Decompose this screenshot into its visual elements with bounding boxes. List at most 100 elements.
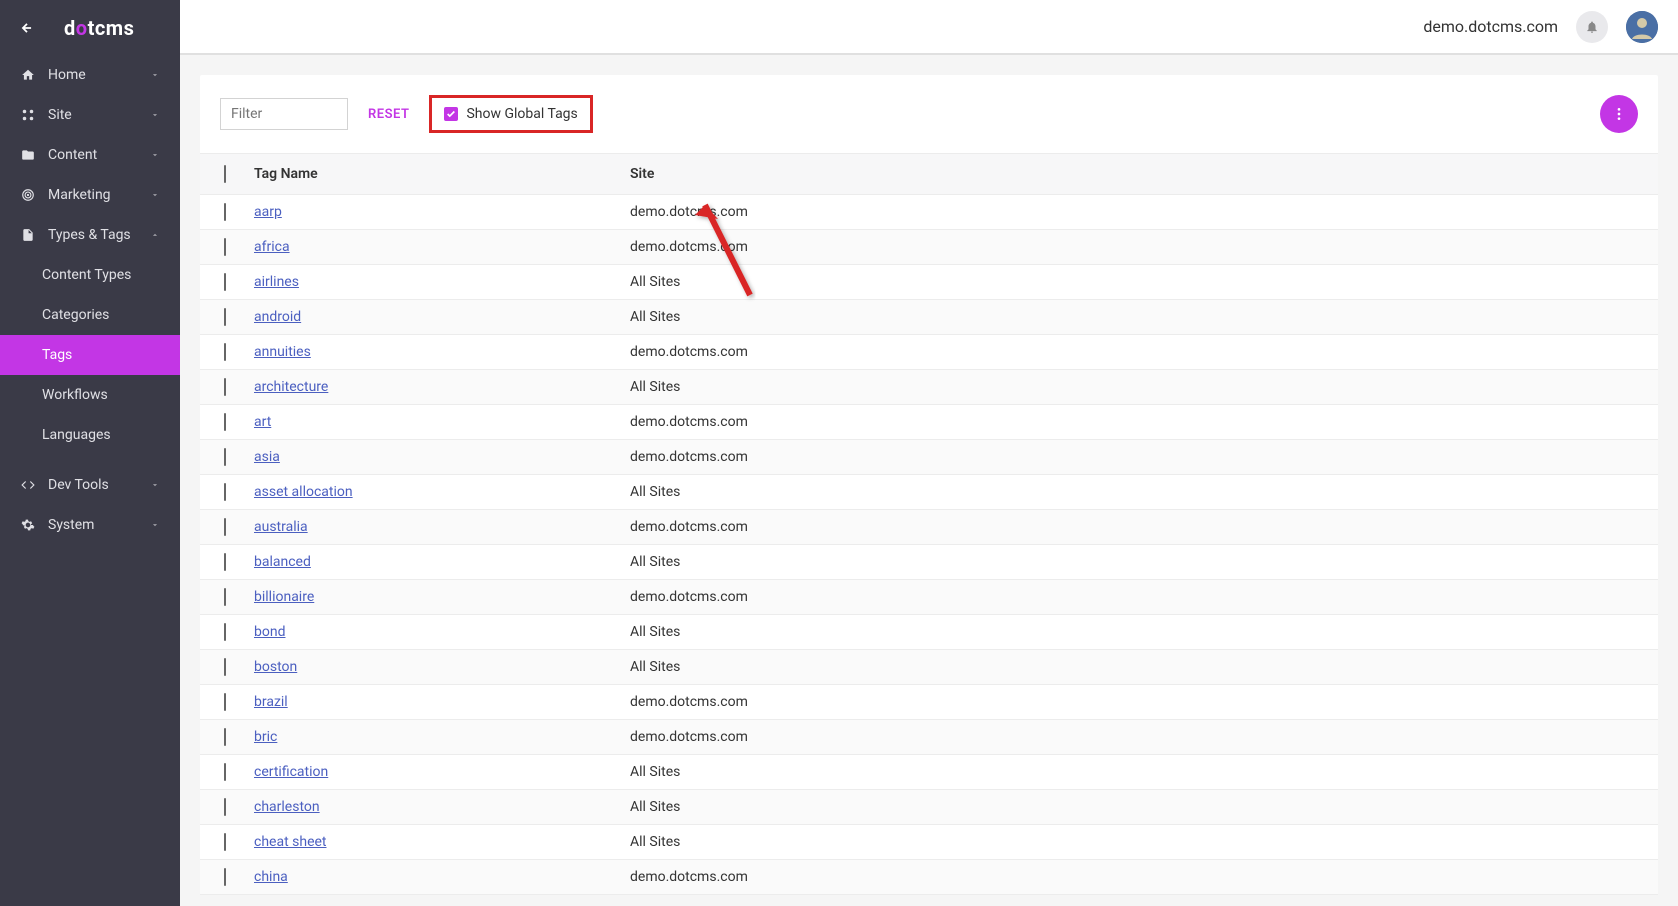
table-row[interactable]: bric demo.dotcms.com <box>200 720 1658 755</box>
user-avatar[interactable] <box>1626 11 1658 43</box>
show-global-tags-toggle[interactable]: Show Global Tags <box>429 95 592 133</box>
tag-link[interactable]: art <box>254 414 271 430</box>
table-row[interactable]: androidAll Sites <box>200 300 1658 335</box>
sidebar-subitem-content-types[interactable]: Content Types <box>0 255 180 295</box>
sidebar-item-label: Types & Tags <box>48 227 131 243</box>
site-cell: demo.dotcms.com <box>630 869 1634 885</box>
row-checkbox[interactable] <box>224 273 226 291</box>
row-checkbox[interactable] <box>224 623 226 641</box>
sidebar-subitem-categories[interactable]: Categories <box>0 295 180 335</box>
table-row[interactable]: architectureAll Sites <box>200 370 1658 405</box>
row-checkbox[interactable] <box>224 728 226 746</box>
tag-link[interactable]: charleston <box>254 799 320 815</box>
sidebar-item-marketing[interactable]: Marketing <box>0 175 180 215</box>
table-row[interactable]: balancedAll Sites <box>200 545 1658 580</box>
row-checkbox[interactable] <box>224 308 226 326</box>
row-checkbox[interactable] <box>224 833 226 851</box>
notifications-button[interactable] <box>1576 11 1608 43</box>
col-header-site[interactable]: Site <box>630 166 1634 182</box>
site-cell: demo.dotcms.com <box>630 729 1634 745</box>
row-checkbox[interactable] <box>224 413 226 431</box>
table-row[interactable]: artdemo.dotcms.com <box>200 405 1658 440</box>
table-row[interactable]: airlines All Sites <box>200 265 1658 300</box>
table-row[interactable]: bostonAll Sites <box>200 650 1658 685</box>
table-row[interactable]: charlestonAll Sites <box>200 790 1658 825</box>
tag-link[interactable]: cheat sheet <box>254 834 327 850</box>
table-row[interactable]: certification All Sites <box>200 755 1658 790</box>
table-row[interactable]: annuities demo.dotcms.com <box>200 335 1658 370</box>
row-checkbox[interactable] <box>224 518 226 536</box>
site-cell: demo.dotcms.com <box>630 519 1634 535</box>
sidebar-subitem-tags[interactable]: Tags <box>0 335 180 375</box>
tag-link[interactable]: bric <box>254 729 277 745</box>
table-row[interactable]: asiademo.dotcms.com <box>200 440 1658 475</box>
table-row[interactable]: asset allocation All Sites <box>200 475 1658 510</box>
chevron-down-icon <box>150 190 160 200</box>
tag-link[interactable]: aarp <box>254 204 282 220</box>
select-all-checkbox[interactable] <box>224 165 226 183</box>
row-checkbox[interactable] <box>224 483 226 501</box>
table-row[interactable]: australia demo.dotcms.com <box>200 510 1658 545</box>
table-row[interactable]: billionairedemo.dotcms.com <box>200 580 1658 615</box>
row-checkbox[interactable] <box>224 448 226 466</box>
col-header-tag[interactable]: Tag Name <box>254 166 630 182</box>
tag-link[interactable]: bond <box>254 624 285 640</box>
tag-link[interactable]: billionaire <box>254 589 314 605</box>
tag-link[interactable]: australia <box>254 519 308 535</box>
site-cell: All Sites <box>630 834 1634 850</box>
row-checkbox[interactable] <box>224 693 226 711</box>
tag-link[interactable]: asset allocation <box>254 484 353 500</box>
toolbar: RESET Show Global Tags <box>200 75 1658 153</box>
table-row[interactable]: brazildemo.dotcms.com <box>200 685 1658 720</box>
tag-link[interactable]: brazil <box>254 694 288 710</box>
row-checkbox[interactable] <box>224 378 226 396</box>
sidebar-item-content[interactable]: Content <box>0 135 180 175</box>
row-checkbox[interactable] <box>224 553 226 571</box>
table-row[interactable]: bond All Sites <box>200 615 1658 650</box>
row-checkbox[interactable] <box>224 798 226 816</box>
tag-link[interactable]: china <box>254 869 288 885</box>
tag-link[interactable]: certification <box>254 764 328 780</box>
table-row[interactable]: aarp demo.dotcms.com <box>200 195 1658 230</box>
sidebar-item-types-tags[interactable]: Types & Tags <box>0 215 180 255</box>
site-name[interactable]: demo.dotcms.com <box>1423 17 1558 36</box>
tag-link[interactable]: africa <box>254 239 290 255</box>
back-button[interactable] <box>20 21 34 35</box>
tag-link[interactable]: architecture <box>254 379 328 395</box>
site-cell: All Sites <box>630 764 1634 780</box>
row-checkbox[interactable] <box>224 238 226 256</box>
reset-button[interactable]: RESET <box>368 107 409 122</box>
site-cell: All Sites <box>630 484 1634 500</box>
row-checkbox[interactable] <box>224 588 226 606</box>
site-cell: All Sites <box>630 274 1634 290</box>
table-row[interactable]: china demo.dotcms.com <box>200 860 1658 895</box>
table-row[interactable]: africademo.dotcms.com <box>200 230 1658 265</box>
row-checkbox[interactable] <box>224 343 226 361</box>
tag-link[interactable]: balanced <box>254 554 311 570</box>
main-area: demo.dotcms.com RESET Show Global Tags <box>180 0 1678 906</box>
filter-input[interactable] <box>220 98 348 130</box>
tag-link[interactable]: airlines <box>254 274 299 290</box>
more-actions-button[interactable] <box>1600 95 1638 133</box>
sidebar-item-home[interactable]: Home <box>0 55 180 95</box>
row-checkbox[interactable] <box>224 763 226 781</box>
row-checkbox[interactable] <box>224 658 226 676</box>
site-cell: demo.dotcms.com <box>630 344 1634 360</box>
table-row[interactable]: cheat sheet All Sites <box>200 825 1658 860</box>
sidebar-item-site[interactable]: Site <box>0 95 180 135</box>
sidebar-subitem-languages[interactable]: Languages <box>0 415 180 455</box>
sidebar-item-dev-tools[interactable]: Dev Tools <box>0 465 180 505</box>
site-cell: demo.dotcms.com <box>630 204 1634 220</box>
sidebar-item-label: Marketing <box>48 187 111 203</box>
row-checkbox[interactable] <box>224 868 226 886</box>
sidebar-item-system[interactable]: System <box>0 505 180 545</box>
tag-link[interactable]: asia <box>254 449 280 465</box>
code-icon <box>20 478 36 492</box>
site-cell: All Sites <box>630 624 1634 640</box>
sidebar-subitem-workflows[interactable]: Workflows <box>0 375 180 415</box>
row-checkbox[interactable] <box>224 203 226 221</box>
tag-link[interactable]: annuities <box>254 344 311 360</box>
tag-link[interactable]: boston <box>254 659 297 675</box>
sidebar-item-label: Home <box>48 67 86 83</box>
tag-link[interactable]: android <box>254 309 301 325</box>
